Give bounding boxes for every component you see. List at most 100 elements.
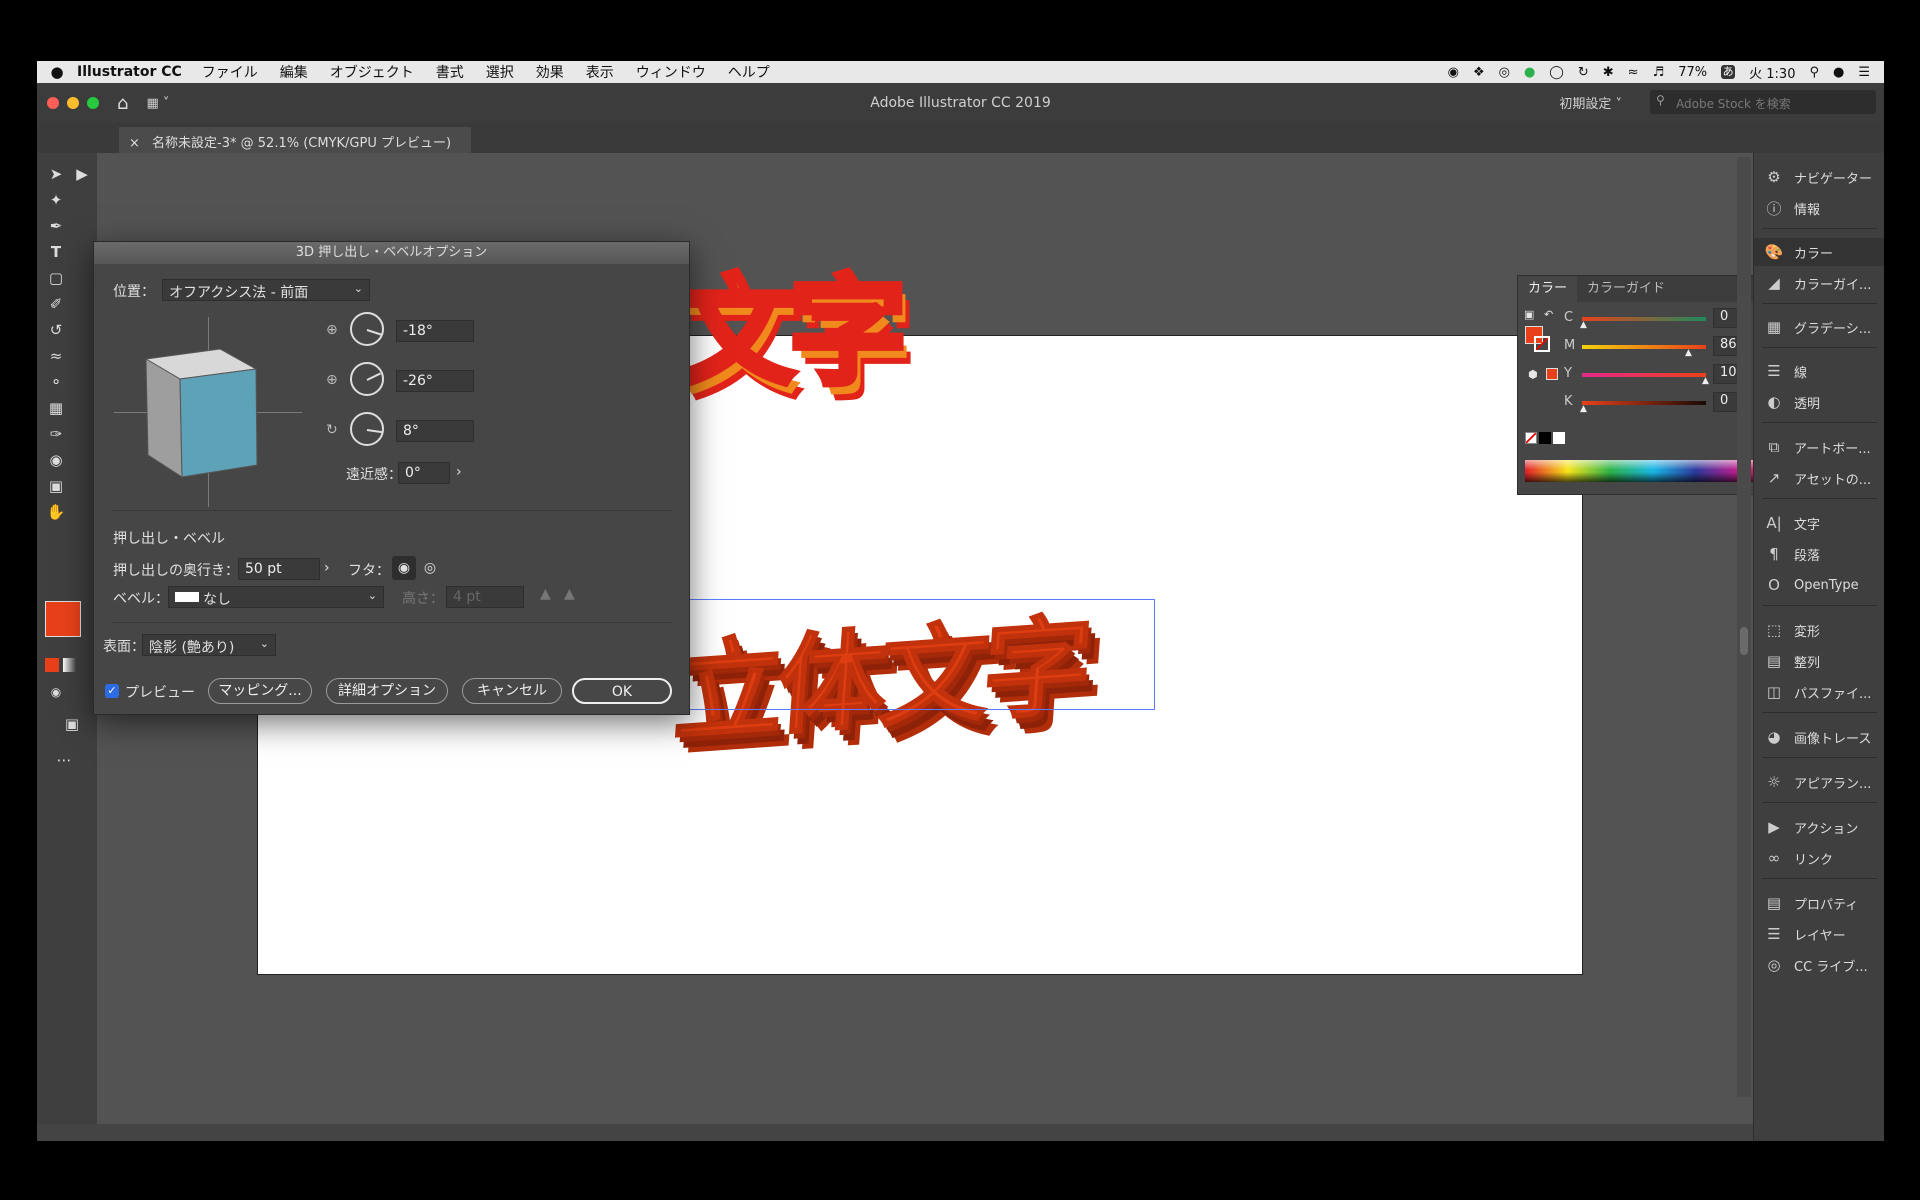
app-menu[interactable]: Illustrator CC <box>77 64 182 80</box>
cancel-button[interactable]: キャンセル <box>462 678 562 704</box>
record-icon[interactable]: ◉ <box>1448 65 1459 80</box>
z-axis-rotation-field[interactable]: 8° <box>396 420 474 442</box>
dock-item-align[interactable]: ▤ 整列 <box>1754 647 1884 675</box>
dock-item-layers[interactable]: ☰ レイヤー <box>1754 920 1884 948</box>
dock-item-image-trace[interactable]: ◕ 画像トレース <box>1754 723 1884 751</box>
artwork-top-text[interactable]: 文字 <box>674 236 910 407</box>
preview-label[interactable]: プレビュー <box>125 682 195 702</box>
x-axis-rotation-dial[interactable] <box>350 312 384 346</box>
black-swatch[interactable] <box>1539 432 1551 444</box>
selection-tool-icon[interactable]: ➤ <box>45 163 67 185</box>
cyan-slider-thumb[interactable]: ▲ <box>1580 320 1587 330</box>
dock-item-cc-libraries[interactable]: ◎ CC ライブ... <box>1754 951 1884 979</box>
dock-item-pathfinder[interactable]: ◫ パスファイ... <box>1754 678 1884 706</box>
z-axis-rotation-dial[interactable] <box>350 412 384 446</box>
more-tools-icon[interactable]: ⋯ <box>53 749 75 771</box>
dock-item-gradient[interactable]: ▦ グラデーシ... <box>1754 313 1884 341</box>
menu-file[interactable]: ファイル <box>202 62 258 82</box>
dock-item-opentype[interactable]: O OpenType <box>1754 571 1884 599</box>
screen-mode-icon[interactable]: ▣ <box>61 713 83 735</box>
workspace-switcher[interactable]: 初期設定 ˅ <box>1559 93 1622 112</box>
dock-item-info[interactable]: ⓘ 情報 <box>1754 194 1884 222</box>
dock-item-transform[interactable]: ⬚ 変形 <box>1754 616 1884 644</box>
dock-item-properties[interactable]: ▤ プロパティ <box>1754 889 1884 917</box>
color-mode-icon[interactable] <box>45 658 59 672</box>
bevel-select[interactable]: なし ⌄ <box>168 586 384 608</box>
dock-item-links[interactable]: ∞ リンク <box>1754 844 1884 872</box>
menu-object[interactable]: オブジェクト <box>330 62 414 82</box>
bevel-outward-icon[interactable]: ▲ <box>540 586 551 602</box>
dock-item-paragraph[interactable]: ¶ 段落 <box>1754 540 1884 568</box>
mesh-tool-icon[interactable]: ▦ <box>45 397 67 419</box>
dock-item-stroke[interactable]: ☰ 線 <box>1754 357 1884 385</box>
apple-menu-icon[interactable]: ● <box>37 63 77 81</box>
white-swatch[interactable] <box>1553 432 1565 444</box>
type-tool-icon[interactable]: T <box>45 241 67 263</box>
warp-tool-icon[interactable]: ≈ <box>45 345 67 367</box>
document-tab[interactable]: × 名称未設定-3* @ 52.1% (CMYK/GPU プレビュー) <box>119 127 471 153</box>
menu-select[interactable]: 選択 <box>486 62 514 82</box>
menu-window[interactable]: ウィンドウ <box>636 62 706 82</box>
artboard-tool-icon[interactable]: ▣ <box>45 475 67 497</box>
menu-effect[interactable]: 効果 <box>536 62 564 82</box>
rotation-cube[interactable] <box>114 317 302 507</box>
rectangle-tool-icon[interactable]: ▢ <box>45 267 67 289</box>
rotate-tool-icon[interactable]: ↺ <box>45 319 67 341</box>
extrude-depth-field[interactable]: 50 pt <box>238 558 320 580</box>
shield-icon[interactable]: ◯ <box>1549 65 1564 80</box>
selection-bounding-box[interactable] <box>685 599 1155 710</box>
home-icon[interactable]: ⌂ <box>117 93 128 114</box>
notification-center-icon[interactable]: ☰ <box>1858 65 1870 80</box>
tab-color[interactable]: カラー <box>1518 276 1578 302</box>
black-slider-thumb[interactable]: ▲ <box>1580 404 1587 414</box>
menu-edit[interactable]: 編集 <box>280 62 308 82</box>
magenta-slider-thumb[interactable]: ▲ <box>1685 348 1692 358</box>
cc-icon[interactable]: ◎ <box>1499 65 1510 80</box>
preview-checkbox[interactable]: ✓ <box>105 684 119 698</box>
minimize-window-button[interactable] <box>67 97 79 109</box>
rotation-cube-track[interactable] <box>114 317 302 507</box>
dock-item-appearance[interactable]: ☼ アピアラン... <box>1754 768 1884 796</box>
x-axis-rotation-field[interactable]: -18° <box>396 320 474 342</box>
eyedropper-tool-icon[interactable]: ✑ <box>45 423 67 445</box>
gradient-mode-icon[interactable] <box>63 658 77 672</box>
close-window-button[interactable] <box>47 97 59 109</box>
menu-help[interactable]: ヘルプ <box>728 62 770 82</box>
dock-item-asset-export[interactable]: ↗ アセットの... <box>1754 464 1884 492</box>
line-icon[interactable]: ● <box>1524 65 1535 80</box>
none-swatch[interactable] <box>1525 432 1537 444</box>
clock[interactable]: 火 1:30 <box>1749 63 1795 82</box>
hand-tool-icon[interactable]: ✋ <box>45 501 67 523</box>
mapping-button[interactable]: マッピング... <box>208 678 312 704</box>
cap-on-icon[interactable]: ◉ <box>392 556 416 580</box>
magic-wand-tool-icon[interactable]: ✦ <box>45 189 67 211</box>
black-slider[interactable] <box>1582 401 1706 405</box>
cap-off-icon[interactable]: ◎ <box>418 556 442 580</box>
tab-color-guide[interactable]: カラーガイド <box>1577 276 1675 302</box>
direct-selection-tool-icon[interactable]: ▶ <box>71 163 93 185</box>
swap-colors-icon[interactable]: ↶ <box>1544 308 1553 321</box>
default-colors-icon[interactable]: ▣ <box>1524 308 1534 321</box>
pen-tool-icon[interactable]: ✒ <box>45 215 67 237</box>
shape-builder-tool-icon[interactable]: ⚬ <box>45 371 67 393</box>
dock-item-color-guide[interactable]: ◢ カラーガイ... <box>1754 269 1884 297</box>
cyan-slider[interactable] <box>1582 317 1706 321</box>
scrollbar-thumb[interactable] <box>1740 627 1748 655</box>
y-axis-rotation-field[interactable]: -26° <box>396 370 474 392</box>
out-of-gamut-icon[interactable]: ⬢ <box>1528 368 1538 381</box>
menu-type[interactable]: 書式 <box>436 62 464 82</box>
time-machine-icon[interactable]: ↻ <box>1578 65 1589 80</box>
bluetooth-icon[interactable]: ✱ <box>1603 65 1614 80</box>
menu-view[interactable]: 表示 <box>586 62 614 82</box>
draw-mode-icon[interactable]: ◉ <box>45 681 67 703</box>
ok-button[interactable]: OK <box>572 678 672 704</box>
input-method-icon[interactable]: あ <box>1721 65 1736 79</box>
dock-item-color[interactable]: 🎨 カラー <box>1754 238 1884 266</box>
web-safe-swatch[interactable] <box>1546 368 1558 380</box>
surface-select[interactable]: 陰影 (艶あり) ⌄ <box>142 634 276 656</box>
depth-slider-arrow-icon[interactable]: › <box>324 560 330 576</box>
dock-item-artboards[interactable]: ⧉ アートボー... <box>1754 433 1884 461</box>
arrange-documents-icon[interactable]: ▦ ˅ <box>146 96 169 111</box>
zoom-window-button[interactable] <box>87 97 99 109</box>
dock-item-transparency[interactable]: ◐ 透明 <box>1754 388 1884 416</box>
